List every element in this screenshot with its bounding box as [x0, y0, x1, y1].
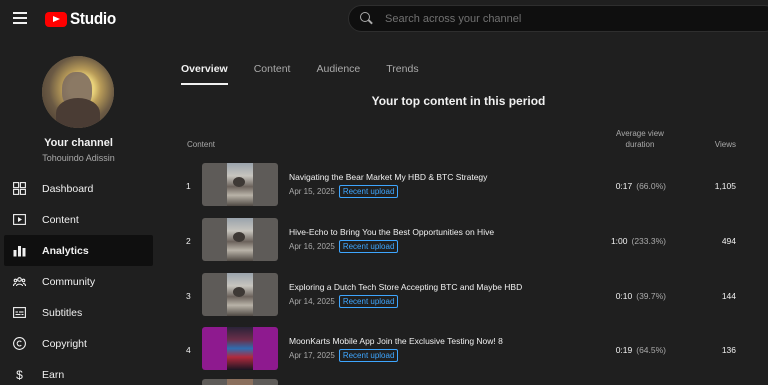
- tab-content[interactable]: Content: [254, 63, 291, 85]
- tab-audience[interactable]: Audience: [316, 63, 360, 85]
- table-row[interactable]: 1 Navigating the Bear Market My HBD & BT…: [181, 162, 741, 214]
- youtube-studio-logo[interactable]: Studio: [45, 9, 121, 29]
- views-count: 1,105: [714, 181, 736, 191]
- svg-text:$: $: [16, 368, 23, 381]
- sidebar-item-dashboard[interactable]: Dashboard: [0, 173, 157, 204]
- section-title: Your top content in this period: [371, 94, 546, 108]
- analytics-tabs: Overview Content Audience Trends: [181, 63, 445, 85]
- video-title[interactable]: MoonKarts Mobile App Join the Exclusive …: [289, 336, 503, 346]
- tab-trends[interactable]: Trends: [386, 63, 418, 85]
- sidebar-item-copyright[interactable]: Copyright: [0, 328, 157, 359]
- views-count: 494: [721, 236, 736, 246]
- video-meta: Apr 16, 2025 Recent upload: [289, 240, 399, 253]
- row-rank: 4: [186, 345, 191, 355]
- avg-duration-percent: (39.7%): [636, 291, 666, 301]
- upload-date: Apr 15, 2025: [289, 187, 335, 196]
- average-view-duration: 1:00 (233.3%): [601, 236, 666, 246]
- channel-name: Tohouindo Adissin: [42, 153, 115, 163]
- row-rank: 1: [186, 181, 191, 191]
- average-view-duration: 0:17 (66.0%): [601, 181, 666, 191]
- video-title[interactable]: Hive-Echo to Bring You the Best Opportun…: [289, 227, 494, 237]
- video-thumbnail[interactable]: [202, 218, 278, 261]
- sidebar-item-analytics[interactable]: Analytics: [4, 235, 153, 266]
- avg-duration-value: 1:00: [610, 236, 628, 246]
- dashboard-icon: [13, 182, 26, 195]
- average-view-duration: 0:10 (39.7%): [601, 291, 666, 301]
- sidebar-item-label: Copyright: [42, 337, 87, 350]
- column-header-content: Content: [187, 140, 216, 149]
- row-rank: 3: [186, 291, 191, 301]
- column-header-line: duration: [625, 140, 655, 149]
- upload-date: Apr 14, 2025: [289, 297, 335, 306]
- sidebar: Your channel Tohouindo Adissin Dashboard…: [0, 38, 157, 385]
- avg-duration-percent: (66.0%): [636, 181, 666, 191]
- video-thumbnail[interactable]: [202, 163, 278, 206]
- upload-date: Apr 16, 2025: [289, 242, 335, 251]
- recent-upload-badge: Recent upload: [338, 349, 399, 362]
- avg-duration-percent: (233.3%): [631, 236, 667, 246]
- channel-avatar[interactable]: [42, 56, 114, 128]
- recent-upload-badge: Recent upload: [338, 295, 399, 308]
- avg-duration-percent: (64.5%): [636, 345, 666, 355]
- video-meta: Apr 14, 2025 Recent upload: [289, 295, 399, 308]
- search-bar[interactable]: [348, 5, 768, 32]
- hamburger-menu-icon[interactable]: [13, 12, 27, 24]
- youtube-play-icon: [45, 11, 67, 27]
- views-count: 136: [721, 345, 736, 355]
- video-title[interactable]: Navigating the Bear Market My HBD & BTC …: [289, 172, 487, 182]
- sidebar-item-label: Community: [42, 275, 96, 288]
- community-icon: [13, 277, 26, 287]
- content-icon: [13, 214, 26, 225]
- avg-duration-value: 0:17: [615, 181, 633, 191]
- views-count: 144: [721, 291, 736, 301]
- sidebar-item-label: Earn: [42, 368, 65, 381]
- sidebar-item-subtitles[interactable]: Subtitles: [0, 297, 157, 328]
- recent-upload-badge: Recent upload: [338, 240, 399, 253]
- search-input[interactable]: [385, 10, 765, 28]
- column-header-line: Average view: [616, 129, 664, 138]
- sidebar-item-earn[interactable]: $ Earn: [0, 359, 157, 385]
- avg-duration-value: 0:10: [615, 291, 633, 301]
- sidebar-item-label: Dashboard: [42, 182, 94, 195]
- video-meta: Apr 17, 2025 Recent upload: [289, 349, 399, 362]
- table-row[interactable]: 2 Hive-Echo to Bring You the Best Opport…: [181, 217, 741, 269]
- column-header-views[interactable]: Views: [700, 139, 736, 150]
- top-bar: Studio: [0, 0, 768, 38]
- video-thumbnail[interactable]: [202, 379, 278, 385]
- sidebar-nav: Dashboard Content Analytics Community Su…: [0, 173, 157, 385]
- table-row[interactable]: 3 Exploring a Dutch Tech Store Accepting…: [181, 272, 741, 324]
- table-row[interactable]: 4 MoonKarts Mobile App Join the Exclusiv…: [181, 326, 741, 378]
- video-title[interactable]: Exploring a Dutch Tech Store Accepting B…: [289, 282, 522, 292]
- sidebar-item-content[interactable]: Content: [0, 204, 157, 235]
- channel-title: Your channel: [44, 137, 113, 149]
- video-thumbnail[interactable]: [202, 273, 278, 316]
- sidebar-item-label: Content: [42, 213, 79, 226]
- sidebar-item-label: Analytics: [42, 244, 89, 257]
- tab-overview[interactable]: Overview: [181, 63, 228, 85]
- video-meta: Apr 15, 2025 Recent upload: [289, 185, 399, 198]
- avg-duration-value: 0:19: [615, 345, 633, 355]
- row-rank: 2: [186, 236, 191, 246]
- sidebar-item-community[interactable]: Community: [0, 266, 157, 297]
- analytics-icon: [13, 246, 26, 257]
- average-view-duration: 0:19 (64.5%): [601, 345, 666, 355]
- recent-upload-badge: Recent upload: [338, 185, 399, 198]
- search-icon[interactable]: [360, 12, 373, 25]
- logo-text: Studio: [70, 9, 116, 28]
- column-header-average-view-duration[interactable]: Average view duration: [612, 128, 668, 150]
- copyright-icon: [13, 337, 26, 350]
- video-thumbnail[interactable]: [202, 327, 278, 370]
- dollar-icon: $: [16, 368, 23, 381]
- subtitles-icon: [13, 307, 26, 318]
- upload-date: Apr 17, 2025: [289, 351, 335, 360]
- sidebar-item-label: Subtitles: [42, 306, 83, 319]
